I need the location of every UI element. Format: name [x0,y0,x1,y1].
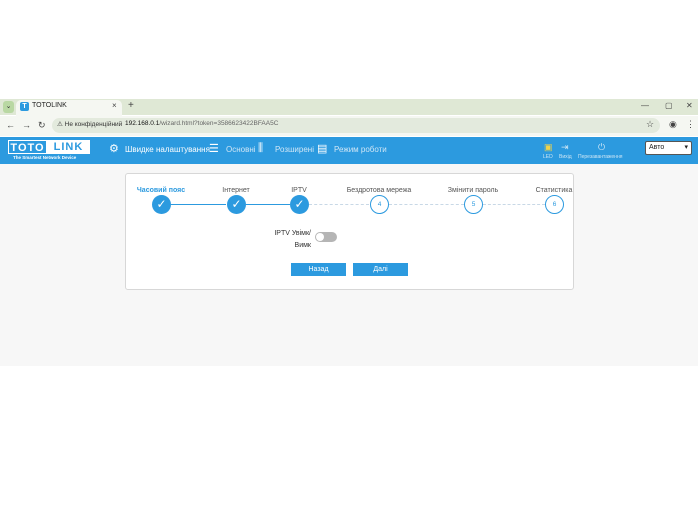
warning-icon: ⚠ [57,121,63,128]
step-connector [389,204,464,205]
list-icon[interactable]: ☰ [209,142,219,155]
logout-label[interactable]: Вихід [559,154,572,160]
new-tab-button[interactable]: + [128,100,134,111]
reboot-label[interactable]: Перезавантаження [578,154,622,160]
step-internet-check-icon: ✓ [227,195,246,214]
tab-list-button[interactable]: ⌄ [3,101,14,113]
tab-title: TOTOLINK [32,102,67,109]
led-label[interactable]: LED [543,154,553,160]
logout-icon[interactable]: ⇥ [561,142,569,153]
back-arrow-icon[interactable]: ← [6,120,15,130]
nav-basic[interactable]: Основні [226,145,256,154]
iptv-label-line2: Вимк [294,242,311,249]
step-connector [171,204,226,205]
step-connector [309,204,369,205]
iptv-toggle-label: IPTV Увімк/ Вимк [263,228,311,252]
forward-arrow-icon[interactable]: → [22,120,31,130]
reload-icon[interactable]: ↻ [38,120,46,131]
bookmark-star-icon[interactable]: ☆ [646,119,654,130]
totolink-favicon-icon: T [20,102,29,111]
url-text[interactable]: 192.168.0.1/wizard.html?token=3586623422… [125,120,278,127]
totolink-logo: TOTO LINK [8,140,90,154]
nav-operation-mode[interactable]: Режим роботи [334,145,387,154]
step-wireless-number: 4 [370,195,389,214]
security-label: Не конфіденційний [64,121,123,128]
step-label-wireless: Бездротова мережа [346,187,412,194]
logo-left-text: TOTO [8,140,47,154]
logo-right-text: LINK [47,140,90,154]
step-password-number: 5 [464,195,483,214]
step-label-statistics: Статистика [535,187,573,194]
step-label-timezone: Часовий пояс [136,187,186,194]
url-path: /wizard.html?token=3586623422BFAA5C [159,120,279,127]
nav-quick-setup[interactable]: Швидке налаштування [125,145,210,154]
gear-icon[interactable]: ⚙ [109,142,119,155]
sliders-icon[interactable]: ⫼ [258,142,263,155]
language-selected: Авто [649,144,665,151]
tab-close-icon[interactable]: × [112,101,117,110]
security-indicator[interactable]: ⚠ Не конфіденційний [57,120,122,128]
url-host: 192.168.0.1 [125,120,160,127]
step-label-internet: Інтернет [222,187,250,194]
back-button[interactable]: Назад [291,263,346,276]
led-icon[interactable]: ▣ [544,142,553,153]
step-iptv-check-icon: ✓ [290,195,309,214]
minimize-icon[interactable]: — [641,101,649,110]
iptv-label-line1: IPTV Увімк/ [274,230,311,237]
next-button[interactable]: Далі [353,263,408,276]
step-timezone-check-icon: ✓ [152,195,171,214]
step-statistics-number: 6 [545,195,564,214]
profile-icon[interactable]: ◉ [669,119,677,130]
step-label-iptv: IPTV [291,187,307,194]
nav-advanced[interactable]: Розширені [275,145,314,154]
step-connector [483,204,545,205]
iptv-toggle-knob[interactable] [316,233,324,241]
step-label-password: Змінити пароль [447,187,499,194]
logo-slogan: The Smartest Network Device [13,155,77,160]
power-icon[interactable]: ⏻ [598,142,605,153]
window-close-icon[interactable]: ✕ [686,101,693,110]
chevron-down-icon: ▾ [684,144,688,151]
browser-menu-icon[interactable]: ⋮ [686,119,695,130]
mode-icon[interactable]: ▤ [317,142,327,155]
step-connector [246,204,290,205]
language-select[interactable]: Авто ▾ [645,141,692,155]
maximize-icon[interactable]: ▢ [665,101,673,110]
